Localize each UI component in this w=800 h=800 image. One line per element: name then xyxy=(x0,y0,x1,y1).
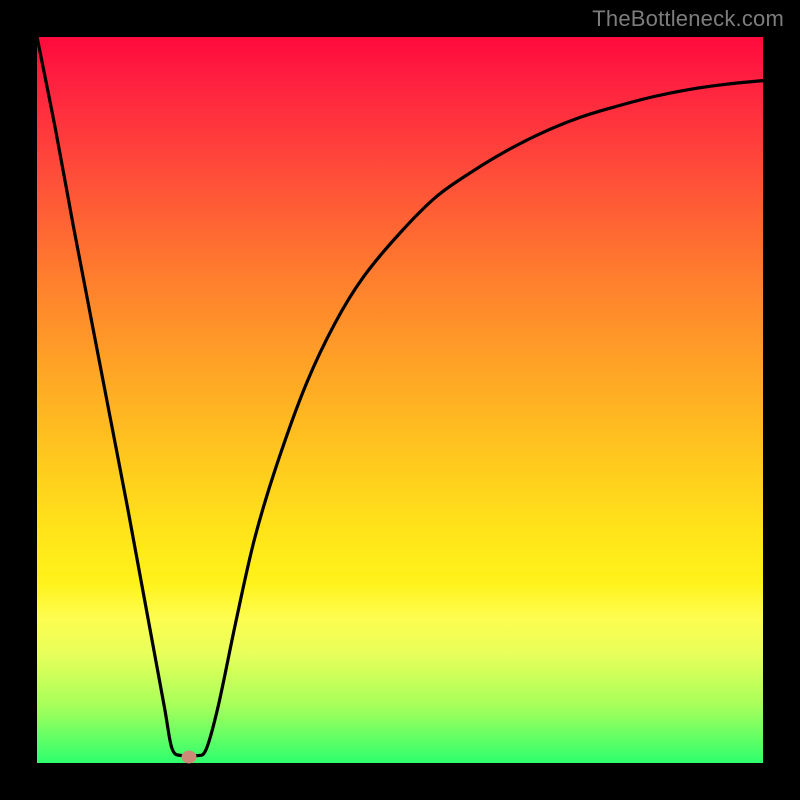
watermark-text: TheBottleneck.com xyxy=(592,6,784,32)
optimal-point-marker xyxy=(182,751,197,764)
plot-area xyxy=(37,37,763,763)
bottleneck-curve xyxy=(37,37,763,763)
chart-frame: TheBottleneck.com xyxy=(0,0,800,800)
